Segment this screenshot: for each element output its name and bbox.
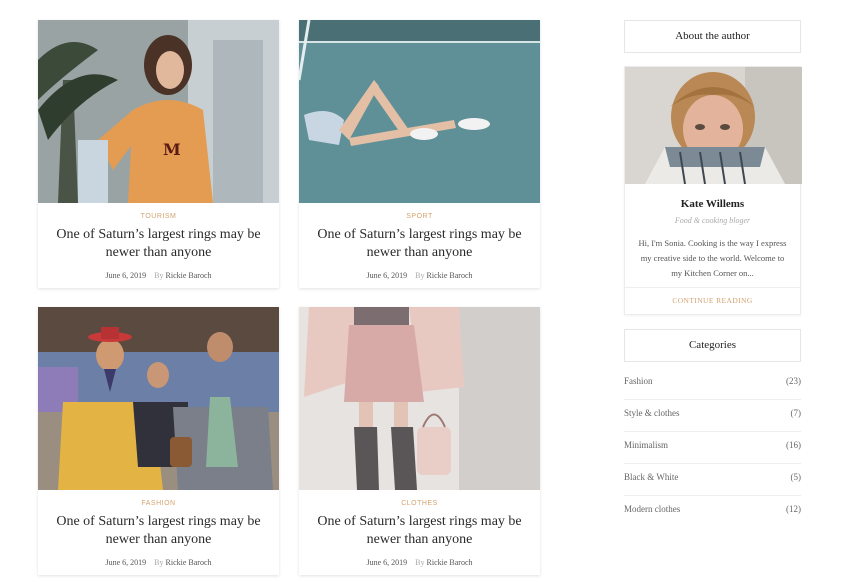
category-name[interactable]: Modern clothes — [624, 496, 680, 527]
post-meta: June 6, 2019 By Rickie Baroch — [299, 271, 540, 280]
post-category[interactable]: SPORT — [299, 213, 540, 220]
category-item-fashion[interactable]: Fashion (23) — [624, 368, 801, 400]
post-author[interactable]: Rickie Baroch — [427, 558, 473, 567]
post-by-label: By — [415, 558, 425, 567]
post-title[interactable]: One of Saturn’s largest rings may be new… — [52, 226, 265, 262]
category-count: (5) — [790, 472, 802, 482]
post-date: June 6, 2019 — [105, 558, 147, 567]
post-image-fashion[interactable] — [38, 307, 279, 490]
post-card[interactable]: FASHION One of Saturn’s largest rings ma… — [38, 307, 279, 575]
post-by-label: By — [154, 271, 164, 280]
post-date: June 6, 2019 — [105, 271, 147, 280]
post-category[interactable]: TOURISM — [38, 213, 279, 220]
post-author[interactable]: Rickie Baroch — [166, 558, 212, 567]
category-name[interactable]: Black & White — [624, 464, 678, 495]
author-photo — [625, 67, 802, 184]
post-title[interactable]: One of Saturn’s largest rings may be new… — [52, 513, 265, 549]
post-card[interactable]: CLOTHES One of Saturn’s largest rings ma… — [299, 307, 540, 575]
post-meta: June 6, 2019 By Rickie Baroch — [38, 558, 279, 567]
post-author[interactable]: Rickie Baroch — [166, 271, 212, 280]
category-count: (12) — [786, 504, 801, 514]
category-item-minimalism[interactable]: Minimalism (16) — [624, 432, 801, 464]
category-list: Fashion (23) Style & clothes (7) Minimal… — [624, 368, 801, 527]
post-by-label: By — [154, 558, 164, 567]
post-image-tourism[interactable]: M — [38, 20, 279, 203]
post-date: June 6, 2019 — [366, 271, 408, 280]
category-item-black-white[interactable]: Black & White (5) — [624, 464, 801, 496]
category-item-style-clothes[interactable]: Style & clothes (7) — [624, 400, 801, 432]
about-author-heading: About the author — [624, 20, 801, 53]
post-category[interactable]: FASHION — [38, 500, 279, 507]
post-category[interactable]: CLOTHES — [299, 500, 540, 507]
post-meta: June 6, 2019 By Rickie Baroch — [38, 271, 279, 280]
post-title[interactable]: One of Saturn’s largest rings may be new… — [313, 226, 526, 262]
post-date: June 6, 2019 — [366, 558, 408, 567]
sidebar: About the author Kate Willems Food & coo… — [624, 20, 802, 527]
author-name[interactable]: Kate Willems — [625, 198, 800, 210]
author-role: Food & cooking bloger — [674, 216, 751, 225]
category-name[interactable]: Fashion — [624, 368, 653, 399]
post-title[interactable]: One of Saturn’s largest rings may be new… — [313, 513, 526, 549]
categories-heading: Categories — [624, 329, 801, 362]
post-image-clothes[interactable] — [299, 307, 540, 490]
post-author[interactable]: Rickie Baroch — [427, 271, 473, 280]
category-name[interactable]: Minimalism — [624, 432, 668, 463]
post-meta: June 6, 2019 By Rickie Baroch — [299, 558, 540, 567]
category-count: (16) — [786, 440, 801, 450]
post-by-label: By — [415, 271, 425, 280]
author-bio: Hi, I'm Sonia. Cooking is the way I expr… — [638, 238, 787, 278]
svg-text:M: M — [163, 140, 181, 159]
category-item-modern-clothes[interactable]: Modern clothes (12) — [624, 496, 801, 527]
author-card: Kate Willems Food & cooking bloger Hi, I… — [624, 66, 802, 315]
continue-reading-link[interactable]: CONTINUE READING — [625, 287, 800, 314]
category-count: (23) — [786, 376, 801, 386]
category-count: (7) — [790, 408, 802, 418]
post-card[interactable]: SPORT One of Saturn’s largest rings may … — [299, 20, 540, 288]
post-card[interactable]: M TOURISM One of Saturn’s largest rings … — [38, 20, 279, 288]
post-image-sport[interactable] — [299, 20, 540, 203]
category-name[interactable]: Style & clothes — [624, 400, 680, 431]
